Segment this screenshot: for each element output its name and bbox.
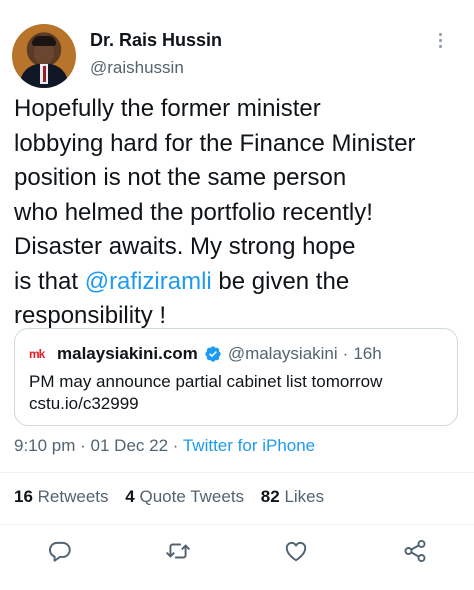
avatar-hair <box>32 36 56 46</box>
quoted-tweet-link[interactable]: cstu.io/c32999 <box>29 393 382 415</box>
tweet-line: Hopefully the former minister <box>14 95 321 122</box>
heart-icon <box>285 541 307 562</box>
divider <box>0 524 474 525</box>
share-button[interactable] <box>402 538 428 564</box>
engagement-stats: 16 Retweets 4 Quote Tweets 82 Likes <box>14 487 324 507</box>
logo-text: mk <box>29 347 45 361</box>
retweet-button[interactable] <box>165 538 191 564</box>
quoted-tweet-card[interactable]: mk malaysiakini.com @malaysiakini · 16h … <box>14 328 458 426</box>
author-handle[interactable]: @raishussin <box>90 58 184 78</box>
tweet-actions-bar <box>0 534 474 568</box>
quoted-tweet-text: PM may announce partial cabinet list tom… <box>29 372 383 391</box>
tweet-time[interactable]: 9:10 pm <box>14 436 75 455</box>
quoted-tweet-header: mk malaysiakini.com @malaysiakini · 16h <box>29 343 382 365</box>
author-avatar[interactable] <box>12 24 76 88</box>
separator-dot: · <box>168 436 183 455</box>
retweets-label: Retweets <box>37 487 109 506</box>
divider <box>0 472 474 473</box>
tweet-metadata: 9:10 pm · 01 Dec 22 · Twitter for iPhone <box>14 436 315 456</box>
retweet-icon <box>166 543 190 559</box>
quote-tweets-count: 4 <box>125 487 135 506</box>
tweet-line: Disaster awaits. My strong hope <box>14 233 356 260</box>
tweet-date[interactable]: 01 Dec 22 <box>91 436 169 455</box>
quoted-author-name[interactable]: malaysiakini.com <box>57 344 198 364</box>
retweets-stat[interactable]: 16 Retweets <box>14 487 109 506</box>
more-vertical-icon[interactable] <box>432 30 448 52</box>
tweet-text-fragment: be given the <box>211 267 350 295</box>
like-button[interactable] <box>283 538 309 564</box>
likes-label: Likes <box>284 487 325 506</box>
author-name[interactable]: Dr. Rais Hussin <box>90 30 222 51</box>
reply-icon <box>49 541 71 562</box>
separator-dot: · <box>75 436 91 455</box>
malaysiakini-logo: mk <box>29 347 47 361</box>
verified-badge-icon <box>205 346 221 362</box>
tweet-body: Hopefully the former minister lobbying h… <box>14 92 464 334</box>
quoted-author-handle[interactable]: @malaysiakini <box>228 344 338 364</box>
share-icon <box>404 539 426 563</box>
tweet-header: Dr. Rais Hussin @raishussin <box>0 0 474 92</box>
separator-dot: · <box>342 344 349 363</box>
mention-link[interactable]: @rafiziramli <box>85 268 212 295</box>
retweets-count: 16 <box>14 487 33 506</box>
likes-stat[interactable]: 82 Likes <box>261 487 324 506</box>
tweet-line: who helmed the portfolio recently! <box>14 198 373 226</box>
likes-count: 82 <box>260 487 280 506</box>
avatar-tie <box>43 66 46 82</box>
quoted-tweet-time[interactable]: 16h <box>353 344 381 364</box>
quote-tweets-stat[interactable]: 4 Quote Tweets <box>125 487 244 506</box>
tweet-line: lobbying hard for the Finance Minister <box>14 129 416 157</box>
quoted-tweet-body: PM may announce partial cabinet list tom… <box>29 371 382 415</box>
reply-button[interactable] <box>47 538 73 564</box>
tweet-line-mention: is that @rafiziramli be given the <box>14 265 464 300</box>
tweet-line: position is not the same person <box>14 164 347 191</box>
tweet-source-link[interactable]: Twitter for iPhone <box>183 436 315 455</box>
tweet-text-fragment: is that <box>14 267 85 295</box>
quote-tweets-label: Quote Tweets <box>139 487 245 506</box>
